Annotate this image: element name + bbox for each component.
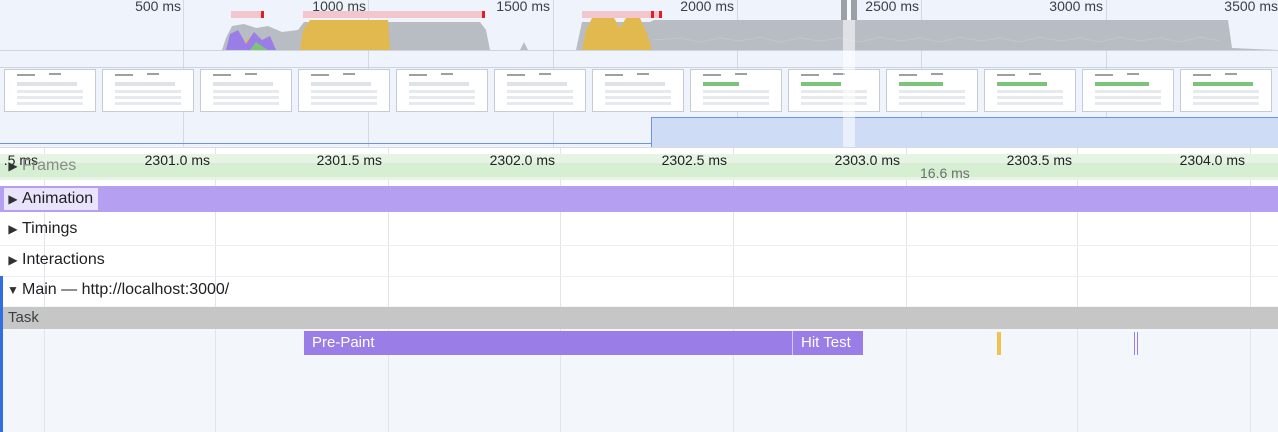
ruler-time-label: 2301.5 ms bbox=[316, 152, 382, 168]
rendering-event[interactable] bbox=[1134, 332, 1138, 355]
ruler-time-label: 2301.0 ms bbox=[144, 152, 210, 168]
prepaint-event[interactable]: Pre-Paint bbox=[304, 331, 792, 355]
main-track-header[interactable]: ▼ Main — http://localhost:3000/ bbox=[4, 281, 232, 299]
filmstrip-frame[interactable] bbox=[984, 69, 1076, 112]
ruler-time-label: 2302.0 ms bbox=[489, 152, 555, 168]
network-activity-area bbox=[651, 117, 1278, 147]
filmstrip-frame[interactable] bbox=[396, 69, 488, 112]
expand-triangle-icon[interactable]: ▶ bbox=[4, 222, 22, 236]
hit-test-event[interactable]: Hit Test bbox=[792, 331, 863, 355]
expand-triangle-icon[interactable]: ▶ bbox=[4, 253, 22, 267]
filmstrip-frame[interactable] bbox=[1082, 69, 1174, 112]
filmstrip-frame[interactable] bbox=[592, 69, 684, 112]
filmstrip-frame[interactable] bbox=[1180, 69, 1272, 112]
ruler-time-label: 2302.5 ms bbox=[661, 152, 727, 168]
overview-selection-window[interactable] bbox=[843, 0, 855, 147]
main-track-label: Main — http://localhost:3000/ bbox=[22, 281, 230, 298]
overview-separator bbox=[0, 67, 1278, 68]
filmstrip-frame[interactable] bbox=[298, 69, 390, 112]
task-event[interactable]: Task bbox=[3, 307, 1278, 329]
interactions-track[interactable]: ▶ Interactions bbox=[0, 246, 1278, 277]
collapse-triangle-icon[interactable]: ▼ bbox=[4, 283, 22, 297]
animation-track-header[interactable]: ▶ Animation bbox=[4, 188, 99, 210]
main-thread-track[interactable]: ▼ Main — http://localhost:3000/ bbox=[0, 277, 1278, 306]
animation-track[interactable]: ▶ Animation bbox=[0, 186, 1278, 212]
selection-right-handle[interactable] bbox=[851, 0, 857, 20]
frames-track-header[interactable]: ▶ Frames bbox=[4, 157, 79, 175]
filmstrip-frame[interactable] bbox=[200, 69, 292, 112]
interactions-track-header[interactable]: ▶ Interactions bbox=[4, 251, 108, 269]
frames-track-label: Frames bbox=[22, 157, 77, 174]
overview-separator bbox=[0, 50, 1278, 51]
task-event-label: Task bbox=[8, 309, 39, 326]
timings-track-label: Timings bbox=[22, 220, 78, 237]
filmstrip-frame[interactable] bbox=[494, 69, 586, 112]
interactions-track-label: Interactions bbox=[22, 251, 105, 268]
timings-track[interactable]: ▶ Timings bbox=[0, 215, 1278, 246]
filmstrip-frame[interactable] bbox=[690, 69, 782, 112]
ruler-time-label: 2304.0 ms bbox=[1179, 152, 1245, 168]
flame-chart[interactable]: 16.6 ms ▶ Frames .5 ms 2301.0 ms 2301.5 … bbox=[0, 148, 1278, 432]
timings-track-header[interactable]: ▶ Timings bbox=[4, 220, 80, 238]
timeline-overview[interactable]: 500 ms 1000 ms 1500 ms 2000 ms 2500 ms 3… bbox=[0, 0, 1278, 148]
filmstrip-frame[interactable] bbox=[788, 69, 880, 112]
selection-left-handle[interactable] bbox=[841, 0, 847, 20]
filmstrip-frame[interactable] bbox=[4, 69, 96, 112]
filmstrip-frame[interactable] bbox=[102, 69, 194, 112]
network-activity-baseline bbox=[0, 143, 651, 144]
expand-triangle-icon[interactable]: ▶ bbox=[4, 159, 22, 173]
animation-track-label: Animation bbox=[22, 190, 94, 207]
ruler-time-label: 2303.0 ms bbox=[834, 152, 900, 168]
filmstrip-frame[interactable] bbox=[886, 69, 978, 112]
expand-triangle-icon[interactable]: ▶ bbox=[4, 192, 22, 206]
ruler-time-label: 2303.5 ms bbox=[1006, 152, 1072, 168]
scripting-event[interactable] bbox=[997, 332, 1001, 355]
